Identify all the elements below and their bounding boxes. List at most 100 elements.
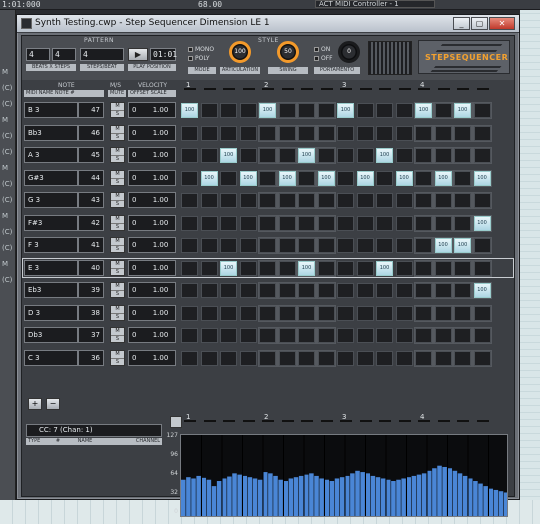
articulation-knob[interactable]: 100 [229,41,251,63]
note-name-field[interactable]: Bb3 [24,124,78,141]
step-cell[interactable] [434,148,452,163]
step-cell[interactable] [337,170,354,186]
step-cell[interactable] [434,193,452,208]
step-cell[interactable] [415,193,432,208]
step-cell[interactable] [434,350,452,366]
maximize-button[interactable]: ▢ [471,17,488,30]
step-cell[interactable] [317,148,335,163]
note-name-field[interactable]: Eb3 [24,282,78,298]
mute-solo-toggle[interactable]: M S [110,192,125,208]
step-cell[interactable] [473,350,491,366]
cc-bar[interactable] [206,479,212,517]
step-cell[interactable] [259,148,276,163]
step-cell[interactable] [200,148,218,163]
step-cell[interactable] [181,350,198,366]
note-number-field[interactable]: 41 [78,237,104,253]
step-cell[interactable] [454,328,471,343]
cc-bar[interactable] [257,479,263,517]
step-cell[interactable] [220,238,237,253]
cc-bar[interactable] [350,473,355,517]
cc-bar[interactable] [488,488,494,517]
solo-button[interactable]: S [111,222,124,230]
step-cell[interactable] [317,238,335,253]
velocity-field[interactable]: 0 1.00 [128,237,176,253]
note-row[interactable]: F 3 41 M S 0 1.00 100 100 [22,237,514,254]
step-cell[interactable] [434,328,452,343]
step-cell[interactable]: 100 [220,148,237,163]
note-number-field[interactable]: 40 [78,259,104,276]
cc-bar[interactable] [421,473,427,517]
note-row[interactable]: Eb3 39 M S 0 1.00 100 [22,282,514,299]
velocity-field[interactable]: 0 1.00 [128,147,176,163]
step-cell[interactable] [356,260,374,276]
step-cell[interactable] [220,125,237,141]
cc-bar[interactable] [268,473,273,517]
step-cell[interactable] [376,283,393,298]
step-cell[interactable] [278,328,296,343]
solo-button[interactable]: S [111,177,124,185]
step-cell[interactable] [376,215,393,231]
step-cell[interactable] [454,215,471,231]
note-row[interactable]: D 3 38 M S 0 1.00 [22,304,514,322]
step-cell[interactable] [356,350,374,366]
step-cell[interactable] [220,328,237,343]
mute-button[interactable]: M [111,216,124,223]
step-cell[interactable]: 100 [473,283,491,298]
step-cell[interactable] [259,350,276,366]
step-cell[interactable] [220,215,237,231]
solo-button[interactable]: S [111,290,124,297]
step-cell[interactable] [376,238,393,253]
step-cell[interactable] [181,283,198,298]
step-cell[interactable] [181,328,198,343]
step-cell[interactable] [356,283,374,298]
step-cell[interactable] [259,328,276,343]
step-cell[interactable] [337,328,354,343]
step-cell[interactable] [181,170,198,186]
step-cell[interactable] [337,148,354,163]
steps-select[interactable]: 4 [52,48,76,61]
step-cell[interactable] [259,125,276,141]
step-cell[interactable] [298,125,315,141]
velocity-scale[interactable]: 1.00 [153,174,169,182]
step-cell[interactable] [376,193,393,208]
step-cell[interactable] [415,350,432,366]
velocity-field[interactable]: 0 1.00 [128,327,176,343]
note-number-field[interactable]: 38 [78,304,104,321]
velocity-scale[interactable]: 1.00 [153,106,169,114]
close-button[interactable]: ✕ [489,17,515,30]
cc-bar[interactable] [247,477,253,517]
note-number-field[interactable]: 45 [78,147,104,163]
step-cell[interactable] [259,215,276,231]
step-cell[interactable] [337,260,354,276]
cc-bar[interactable] [237,474,242,517]
note-row[interactable]: G#3 44 M S 0 1.00 100 100 100 100 100 100 100 1… [22,169,514,187]
step-cell[interactable]: 100 [434,170,452,186]
step-cell[interactable] [317,305,335,321]
mute-button[interactable]: M [111,148,124,155]
steps-per-beat-select[interactable]: 4 [80,48,124,61]
step-cell[interactable] [317,328,335,343]
step-cell[interactable] [298,215,315,231]
step-cell[interactable] [278,350,296,366]
velocity-offset[interactable]: 0 [132,241,136,249]
step-cell[interactable] [415,215,432,231]
solo-button[interactable]: S [111,245,124,252]
step-cell[interactable] [356,148,374,163]
step-cell[interactable] [259,238,276,253]
cc-bar[interactable] [293,477,299,517]
step-cell[interactable] [259,170,276,186]
step-cell[interactable] [473,305,491,321]
step-cell[interactable] [200,238,218,253]
cc-bar[interactable] [263,472,268,517]
cc-bar[interactable] [298,475,304,517]
step-cell[interactable] [434,125,452,141]
step-cell[interactable] [434,260,452,276]
step-cell[interactable] [220,193,237,208]
velocity-scale[interactable]: 1.00 [153,196,169,204]
velocity-field[interactable]: 0 1.00 [128,102,176,118]
step-cell[interactable] [395,148,413,163]
step-cell[interactable] [376,125,393,141]
step-cell[interactable] [181,260,198,276]
cc-bar[interactable] [370,475,376,517]
note-row[interactable]: C 3 36 M S 0 1.00 [22,349,514,367]
